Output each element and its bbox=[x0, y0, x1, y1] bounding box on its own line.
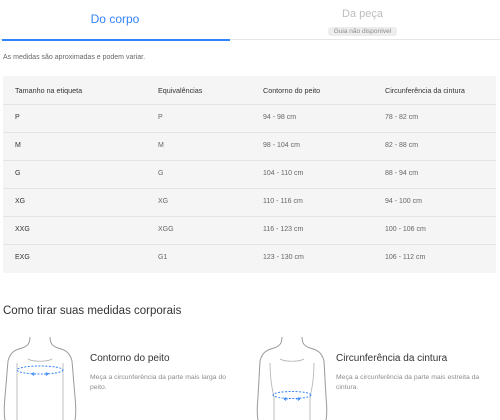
cell-chest: 110 - 116 cm bbox=[263, 198, 303, 205]
waist-measure-title: Circunferência da cintura bbox=[336, 353, 448, 364]
row-divider bbox=[3, 188, 496, 189]
chest-measure-card: Contorno do peito Meça a circunferência … bbox=[0, 337, 250, 420]
measure-guide-title: Como tirar suas medidas corporais bbox=[3, 305, 182, 317]
cell-waist: 106 - 112 cm bbox=[385, 254, 426, 261]
cell-chest: 94 - 98 cm bbox=[263, 114, 297, 121]
cell-size: EXG bbox=[15, 254, 30, 261]
cell-equivalence: XGG bbox=[158, 226, 174, 233]
row-divider bbox=[3, 160, 496, 161]
cell-size: M bbox=[15, 142, 21, 149]
tab-do-corpo-label: Do corpo bbox=[90, 12, 140, 26]
header-tamanho: Tamanho na etiqueta bbox=[15, 86, 83, 95]
cell-equivalence: G1 bbox=[158, 254, 168, 261]
waist-measure-description: Meça a circunferência da parte mais estr… bbox=[336, 374, 480, 391]
row-divider bbox=[3, 244, 496, 245]
header-equivalencias: Equivalências bbox=[158, 86, 203, 95]
cell-chest: 123 - 130 cm bbox=[263, 254, 304, 261]
chest-measure-illustration-icon bbox=[3, 337, 77, 420]
waist-measure-card: Circunferência da cintura Meça a circunf… bbox=[250, 337, 500, 420]
chest-measure-description: Meça a circunferência da parte mais larg… bbox=[90, 374, 227, 391]
cell-equivalence: XG bbox=[158, 198, 169, 205]
chest-measure-title: Contorno do peito bbox=[90, 353, 170, 364]
header-divider bbox=[3, 104, 496, 105]
cell-chest: 98 - 104 cm bbox=[263, 142, 300, 149]
size-table: Tamanho na etiqueta Equivalências Contor… bbox=[3, 76, 496, 273]
cell-equivalence: G bbox=[158, 170, 164, 177]
cell-size: G bbox=[15, 170, 21, 177]
waist-measure-illustration-icon bbox=[256, 337, 328, 420]
measurements-note: As medidas são aproximadas e podem varia… bbox=[3, 54, 146, 61]
active-tab-indicator bbox=[2, 39, 230, 41]
cell-waist: 94 - 100 cm bbox=[385, 198, 422, 205]
size-guide-tabs: Do corpo Da peça Guia não disponível bbox=[0, 0, 500, 41]
cell-equivalence: M bbox=[158, 142, 164, 149]
tab-do-corpo[interactable]: Do corpo bbox=[0, 0, 230, 41]
cell-size: XXG bbox=[15, 226, 30, 233]
cell-chest: 116 - 123 cm bbox=[263, 226, 304, 233]
tab-da-peca[interactable]: Da peça Guia não disponível bbox=[255, 0, 470, 40]
cell-waist: 82 - 88 cm bbox=[385, 142, 419, 149]
header-circunferencia-cintura: Circunferência da cintura bbox=[385, 86, 465, 95]
cell-equivalence: P bbox=[158, 114, 163, 121]
unavailable-badge: Guia não disponível bbox=[327, 27, 398, 36]
cell-size: XG bbox=[15, 198, 26, 205]
tab-da-peca-label: Da peça bbox=[342, 8, 383, 20]
cell-waist: 78 - 82 cm bbox=[385, 114, 419, 121]
row-divider bbox=[3, 216, 496, 217]
header-contorno-peito: Contorno do peito bbox=[263, 86, 321, 95]
cell-chest: 104 - 110 cm bbox=[263, 170, 304, 177]
cell-size: P bbox=[15, 114, 20, 121]
cell-waist: 88 - 94 cm bbox=[385, 170, 419, 177]
row-divider bbox=[3, 132, 496, 133]
cell-waist: 100 - 106 cm bbox=[385, 226, 426, 233]
